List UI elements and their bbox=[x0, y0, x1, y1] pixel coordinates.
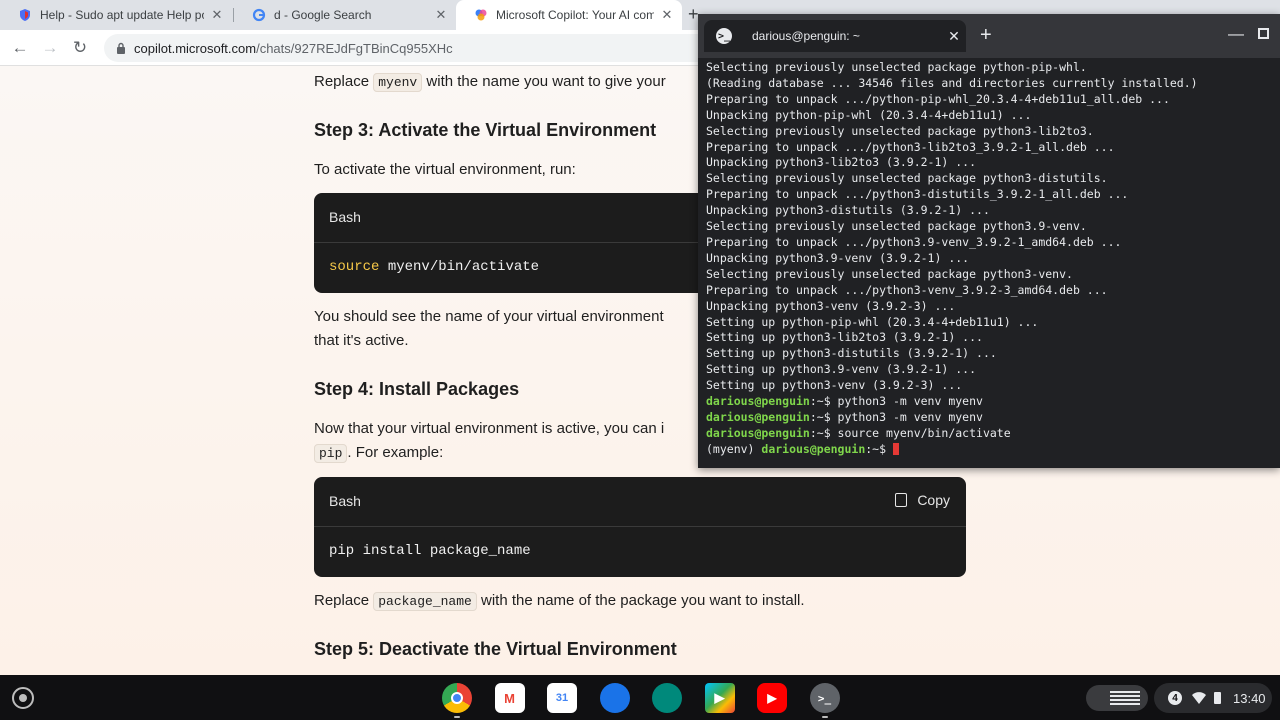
battery-icon bbox=[1214, 692, 1221, 704]
maximize-icon[interactable] bbox=[1258, 28, 1269, 39]
gmail-app-icon[interactable]: M bbox=[494, 683, 525, 713]
copy-button[interactable]: Copy bbox=[895, 492, 950, 508]
text: Replace bbox=[314, 73, 370, 90]
terminal-command-line: darious@penguin:~$ python3 -m venv myenv bbox=[706, 394, 983, 409]
terminal-output-line: Unpacking python3-distutils (3.9.2-1) ..… bbox=[706, 203, 990, 218]
shell-prompt: darious@penguin bbox=[706, 409, 810, 424]
url-domain: copilot.microsoft.com bbox=[134, 40, 257, 56]
terminal-output-line: Preparing to unpack .../python3.9-venv_3… bbox=[706, 234, 1122, 249]
back-arrow-icon[interactable]: ← bbox=[8, 36, 32, 60]
text: . For example: bbox=[347, 444, 444, 461]
terminal-output-line: Unpacking python-pip-whl (20.3.4-4+deb11… bbox=[706, 107, 1032, 122]
terminal-output-line: Preparing to unpack .../python3-venv_3.9… bbox=[706, 282, 1108, 297]
terminal-output-line: Setting up python3-venv (3.9.2-3) ... bbox=[706, 378, 963, 393]
inline-code: pip bbox=[314, 444, 348, 463]
close-tab-icon[interactable]: ✕ bbox=[942, 28, 966, 45]
text: with the name of the package you want to… bbox=[481, 592, 805, 609]
code-line: source myenv/bin/activate bbox=[329, 259, 539, 275]
terminal-output-line: Selecting previously unselected package … bbox=[706, 60, 1087, 74]
terminal-output-line: Preparing to unpack .../python3-lib2to3_… bbox=[706, 139, 1115, 154]
inline-code: package_name bbox=[373, 592, 477, 611]
meet-app-icon[interactable] bbox=[652, 683, 682, 713]
terminal-output-line: Unpacking python3-venv (3.9.2-3) ... bbox=[706, 298, 956, 313]
terminal-output-line: Preparing to unpack .../python3-distutil… bbox=[706, 187, 1129, 202]
terminal-output-line: Setting up python3-distutils (3.9.2-1) .… bbox=[706, 346, 997, 361]
running-indicator bbox=[454, 716, 460, 718]
terminal-command-line: darious@penguin:~$ source myenv/bin/acti… bbox=[706, 425, 1011, 440]
code-keyword: source bbox=[329, 259, 380, 275]
new-terminal-tab-icon[interactable]: + bbox=[980, 24, 992, 47]
calendar-app-icon[interactable]: 31 bbox=[547, 683, 577, 713]
tab-title: Help - Sudo apt update Help po bbox=[40, 8, 204, 22]
shield-favicon-icon bbox=[20, 9, 30, 21]
terminal-command-line: darious@penguin:~$ python3 -m venv myenv bbox=[706, 409, 983, 424]
terminal-output-line: Selecting previously unselected package … bbox=[706, 171, 1108, 186]
lock-icon bbox=[117, 42, 125, 54]
terminal-titlebar[interactable]: >_ darious@penguin: ~ ✕ + — bbox=[698, 14, 1280, 58]
shell-prompt: darious@penguin bbox=[761, 441, 866, 456]
inline-code: myenv bbox=[373, 73, 423, 92]
close-tab-icon[interactable]: ✕ bbox=[660, 7, 674, 23]
google-favicon-icon bbox=[252, 8, 266, 22]
close-tab-icon[interactable]: ✕ bbox=[210, 7, 224, 23]
launcher-icon[interactable] bbox=[12, 687, 34, 709]
os-shelf: M 31 ▶ ▶ >_ 4 13:40 bbox=[0, 675, 1280, 720]
shell-prompt: darious@penguin bbox=[706, 425, 810, 440]
terminal-output-line: (Reading database ... 34546 files and di… bbox=[706, 75, 1198, 90]
youtube-app-icon[interactable]: ▶ bbox=[757, 683, 787, 713]
text: with the name you want to give your bbox=[426, 73, 666, 90]
forward-arrow-icon[interactable]: → bbox=[38, 36, 62, 60]
terminal-prompt-icon: >_ bbox=[716, 28, 732, 44]
terminal-active-prompt[interactable]: (myenv) darious@penguin:~$ bbox=[706, 442, 1276, 458]
reload-icon[interactable]: ↻ bbox=[68, 36, 92, 60]
code-divider bbox=[314, 526, 966, 527]
new-tab-icon[interactable]: + bbox=[688, 4, 699, 25]
notification-count-badge: 4 bbox=[1168, 691, 1182, 705]
terminal-output-line: Preparing to unpack .../python-pip-whl_2… bbox=[706, 91, 1170, 106]
terminal-output-line: Unpacking python3-lib2to3 (3.9.2-1) ... bbox=[706, 155, 977, 170]
browser-tab-copilot[interactable]: Microsoft Copilot: Your AI comp ✕ bbox=[456, 0, 682, 30]
copilot-favicon-icon bbox=[475, 9, 487, 21]
minimize-icon[interactable]: — bbox=[1228, 26, 1244, 44]
terminal-output-line: Setting up python3.9-venv (3.9.2-1) ... bbox=[706, 362, 977, 377]
browser-tab-google-search[interactable]: d - Google Search ✕ bbox=[234, 0, 456, 30]
url-path: /chats/927REJdFgTBinCq955XHc bbox=[256, 40, 453, 56]
terminal-output-line: Setting up python3-lib2to3 (3.9.2-1) ... bbox=[706, 330, 983, 345]
copy-icon bbox=[895, 493, 908, 507]
terminal-output-line: Selecting previously unselected package … bbox=[706, 266, 1073, 281]
code-language-label: Bash bbox=[329, 493, 361, 509]
tab-title: d - Google Search bbox=[274, 8, 372, 22]
play-store-app-icon[interactable]: ▶ bbox=[704, 683, 735, 713]
terminal-output-line: Selecting previously unselected package … bbox=[706, 219, 1087, 234]
terminal-output-line: Setting up python-pip-whl (20.3.4-4+deb1… bbox=[706, 314, 1039, 329]
tab-title: Microsoft Copilot: Your AI comp bbox=[496, 8, 654, 22]
close-tab-icon[interactable]: ✕ bbox=[434, 7, 448, 23]
chrome-app-icon[interactable] bbox=[442, 683, 472, 713]
code-args: myenv/bin/activate bbox=[379, 259, 540, 275]
terminal-app-icon[interactable]: >_ bbox=[809, 683, 840, 713]
status-tray[interactable]: 4 13:40 bbox=[1154, 683, 1272, 713]
messages-app-icon[interactable] bbox=[599, 683, 630, 713]
heading-step-5: Step 5: Deactivate the Virtual Environme… bbox=[314, 639, 677, 659]
code-block-pip-install: Bash Copy pip install package_name bbox=[314, 477, 966, 577]
text: Replace bbox=[314, 592, 370, 609]
paragraph-replace-package: Replace package_name with the name of th… bbox=[314, 589, 966, 614]
terminal-output[interactable]: Selecting previously unselected package … bbox=[706, 60, 1276, 458]
stylus-tools-icon[interactable] bbox=[1086, 685, 1148, 711]
code-line: pip install package_name bbox=[329, 543, 531, 559]
running-indicator bbox=[821, 716, 828, 718]
terminal-tab[interactable]: >_ darious@penguin: ~ ✕ bbox=[704, 20, 966, 52]
terminal-window[interactable]: >_ darious@penguin: ~ ✕ + — Selecting pr… bbox=[698, 14, 1280, 468]
shell-prompt: darious@penguin bbox=[706, 394, 810, 409]
text-cursor bbox=[892, 443, 899, 456]
terminal-tab-title: darious@penguin: ~ bbox=[752, 29, 860, 43]
wifi-icon bbox=[1192, 692, 1206, 704]
browser-tab-sudo-help[interactable]: Help - Sudo apt update Help po ✕ bbox=[0, 0, 232, 30]
clock-time: 13:40 bbox=[1233, 690, 1266, 706]
terminal-output-line: Selecting previously unselected package … bbox=[706, 123, 1094, 138]
code-language-label: Bash bbox=[329, 209, 361, 225]
copy-label: Copy bbox=[917, 492, 950, 508]
terminal-output-line: Unpacking python3.9-venv (3.9.2-1) ... bbox=[706, 250, 970, 265]
